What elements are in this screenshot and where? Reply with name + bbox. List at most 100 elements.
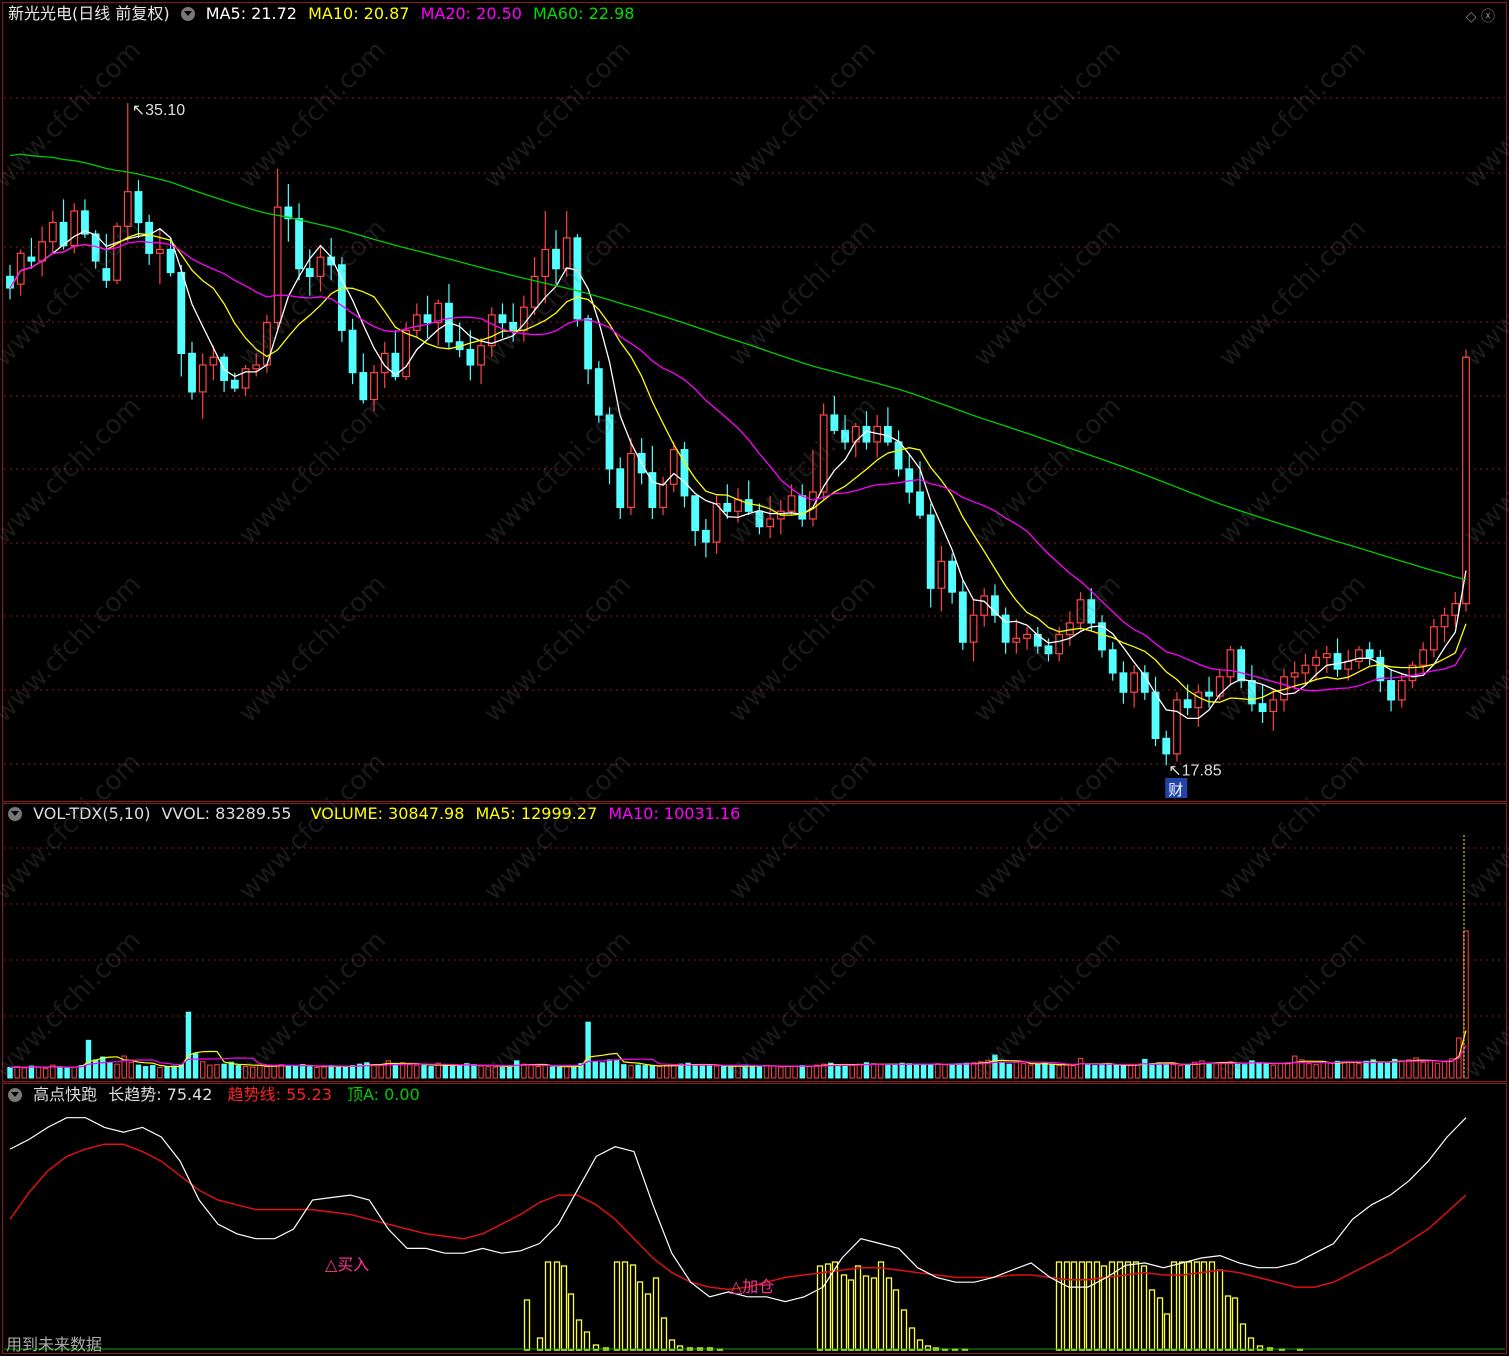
main-chart-header: 新光光电(日线 前复权) MA5: 21.72 MA10: 20.87 MA20… [8, 3, 640, 25]
volume-bar [1406, 1059, 1412, 1079]
volume-bar [271, 1065, 277, 1079]
dropdown-icon[interactable] [8, 807, 22, 821]
volume-bar [221, 1063, 227, 1079]
volume-bar [842, 1064, 848, 1079]
candle-body [1462, 356, 1470, 605]
volume-bar [806, 1066, 813, 1079]
volume-bar [464, 1063, 470, 1079]
candle-body [359, 372, 368, 401]
signal-bar [854, 1265, 862, 1351]
volume-bar [763, 1065, 770, 1079]
volume-bar [199, 1061, 206, 1079]
candle-body [466, 348, 475, 366]
candle-body [509, 322, 518, 331]
volume-bar [42, 1067, 49, 1079]
volume-bar [528, 1064, 534, 1079]
volume-bar [671, 1064, 677, 1079]
volume-bar [64, 1067, 70, 1079]
candle-body [562, 237, 571, 270]
candle-body [155, 248, 164, 254]
volume-bar [264, 1066, 270, 1079]
candle-body [134, 191, 143, 224]
candle-body [669, 449, 678, 485]
volume-bar [1042, 1062, 1048, 1079]
candle-body [1044, 645, 1053, 655]
signal-bar [523, 1299, 531, 1351]
volume-bar [1284, 1062, 1291, 1079]
candle-body [6, 275, 14, 289]
candle-body [1397, 680, 1406, 701]
volume-bar [142, 1066, 149, 1079]
ma20-line [9, 240, 1467, 692]
dropdown-icon[interactable] [180, 7, 195, 21]
volume-bar [1306, 1063, 1312, 1079]
volume-bar [214, 1064, 220, 1079]
volume-bar [913, 1064, 920, 1079]
add-position-label: △加仓 [730, 1277, 774, 1296]
signal-bar [1148, 1289, 1156, 1351]
cai-badge-label: 财 [1168, 781, 1183, 799]
volume-bar [392, 1063, 399, 1079]
chart-canvas[interactable]: ↖35.10 ↖17.85 财 △买入 △加仓 [0, 0, 1509, 1356]
candle-body [680, 449, 689, 497]
window-controls[interactable]: ◇ ⓧ [1466, 6, 1495, 26]
volume-bar [235, 1065, 242, 1079]
volume-bar [1313, 1064, 1319, 1079]
volume-bar [1363, 1060, 1369, 1079]
volume-bar [1120, 1065, 1127, 1079]
candle-body [712, 502, 721, 543]
candle-body [958, 591, 967, 643]
volume-bar [21, 1067, 27, 1079]
signal-bar [1140, 1265, 1148, 1351]
volume-bar [785, 1066, 791, 1079]
volume-bar [585, 1021, 591, 1079]
volume-bar [835, 1064, 841, 1079]
candle-body [166, 248, 175, 274]
signal-bar [1208, 1261, 1216, 1351]
volume-bar [307, 1066, 313, 1079]
volume-bar [642, 1065, 648, 1079]
signal-bar [1163, 1313, 1171, 1351]
candle-body [616, 468, 625, 508]
volume-bar [485, 1066, 491, 1079]
volume-bar [449, 1066, 456, 1079]
volume-header: VOL-TDX(5,10) VVOL: 83289.55 VOLUME: 308… [8, 803, 746, 825]
signal-bar [567, 1293, 575, 1351]
volume-bar [328, 1065, 334, 1079]
candle-body [1076, 599, 1085, 624]
volume-bar [1399, 1060, 1405, 1079]
signal-bar [862, 1275, 870, 1351]
volume-bar [456, 1065, 463, 1079]
volume-bar [749, 1065, 755, 1079]
signal-bar [877, 1261, 885, 1351]
candle-body [594, 368, 603, 416]
signal-bar [1216, 1269, 1224, 1351]
dropdown-icon[interactable] [8, 1088, 22, 1102]
ma20-label: MA20: 20.50 [420, 4, 522, 23]
candle-body [766, 518, 775, 528]
signal-bar [636, 1281, 644, 1351]
candle-body [70, 210, 79, 247]
candle-body [1055, 633, 1064, 655]
volume-bar [1263, 1063, 1269, 1079]
candle-body [1183, 699, 1192, 709]
volume-bar [899, 1062, 905, 1079]
volume-bar [249, 1066, 256, 1079]
volume-bar [628, 1065, 634, 1079]
signal-bar [575, 1319, 583, 1351]
volume-bar [192, 1053, 199, 1079]
volume-bar [1227, 1061, 1234, 1079]
signal-bar [613, 1261, 621, 1351]
signal-bar [1063, 1261, 1071, 1351]
volume-bar [970, 1062, 977, 1079]
candle-body [188, 352, 196, 393]
candle-body [1173, 699, 1181, 755]
volume-bar [571, 1065, 577, 1079]
volume-bar [314, 1067, 320, 1079]
volume-bar [549, 1066, 556, 1079]
volume-bar [1206, 1062, 1212, 1079]
volume-bar [100, 1056, 106, 1079]
ma10-label: MA10: 20.87 [308, 4, 410, 23]
candle-body [841, 429, 849, 443]
volume-bar [371, 1064, 377, 1079]
